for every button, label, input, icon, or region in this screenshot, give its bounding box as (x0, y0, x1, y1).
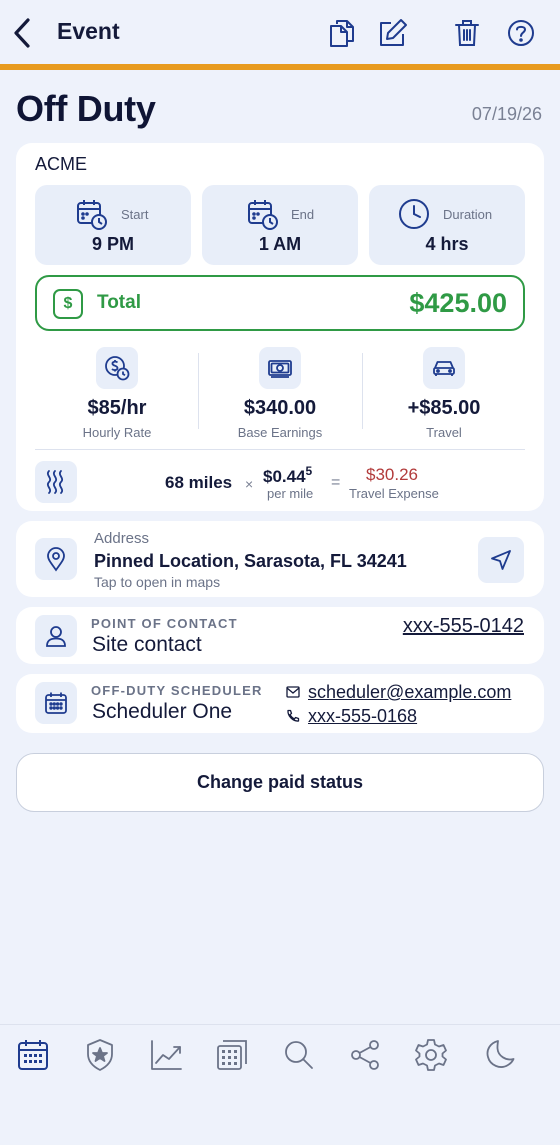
end-value: 1 AM (258, 234, 302, 254)
base-earnings-value: $340.00 (243, 397, 317, 419)
scheduler-phone-link[interactable]: xxx-555-0168 (308, 706, 417, 727)
calendar-clock-icon (75, 197, 109, 231)
address-card[interactable]: Address Pinned Location, Sarasota, FL 34… (16, 521, 544, 597)
start-label: Start (121, 207, 149, 222)
header-title: Event (57, 18, 120, 44)
dollar-icon: $ (53, 289, 83, 319)
contact-phone-link[interactable]: xxx-555-0142 (403, 615, 524, 638)
contact-name: Site contact (92, 633, 202, 656)
share-icon[interactable] (347, 1037, 383, 1073)
map-pin-icon (35, 538, 77, 580)
badge-icon[interactable] (82, 1037, 118, 1073)
copy-icon[interactable] (327, 17, 357, 49)
travel-stat: +$85.00 Travel (362, 347, 526, 440)
car-icon (423, 347, 465, 389)
address-value[interactable]: Pinned Location, Sarasota, FL 34241 (94, 551, 407, 572)
total-label: Total (97, 292, 141, 313)
navigate-icon[interactable] (478, 537, 524, 583)
hourly-rate-value: $85/hr (87, 397, 147, 419)
duration-label: Duration (443, 207, 493, 222)
mail-icon (286, 686, 300, 698)
scheduler-name: Scheduler One (92, 700, 233, 723)
end-label: End (291, 207, 315, 222)
start-value: 9 PM (91, 234, 134, 254)
address-hint: Tap to open in maps (94, 574, 221, 590)
total-amount: $425.00 (409, 288, 507, 318)
duration-tile: Duration 4 hrs (369, 185, 525, 265)
base-earnings-label: Base Earnings (237, 425, 323, 440)
calendar-icon (35, 682, 77, 724)
page-title: Off Duty (16, 88, 156, 129)
search-icon[interactable] (281, 1037, 317, 1073)
hourly-rate-label: Hourly Rate (82, 425, 152, 440)
total-row: $ Total $425.00 (35, 275, 525, 331)
settings-icon[interactable] (413, 1037, 449, 1073)
contact-label: POINT OF CONTACT (91, 616, 238, 631)
event-date: 07/19/26 (471, 104, 542, 124)
edit-icon[interactable] (377, 17, 407, 49)
chart-icon[interactable] (148, 1037, 184, 1073)
hourly-rate-stat: $85/hr Hourly Rate (35, 347, 199, 440)
person-icon (35, 615, 77, 657)
base-earnings-stat: $340.00 Base Earnings (198, 347, 362, 440)
duration-value: 4 hrs (425, 234, 469, 254)
clock-icon (397, 197, 431, 231)
start-tile: Start 9 PM (35, 185, 191, 265)
scheduler-card: OFF-DUTY SCHEDULER Scheduler One schedul… (16, 674, 544, 733)
help-icon[interactable] (506, 17, 536, 49)
travel-expense-label: Travel Expense (349, 486, 439, 501)
dollar-clock-icon (96, 347, 138, 389)
mileage-rate: $0.445 (263, 464, 313, 486)
change-paid-status-button[interactable]: Change paid status (16, 753, 544, 812)
end-tile: End 1 AM (202, 185, 358, 265)
cash-icon (259, 347, 301, 389)
travel-label: Travel (426, 425, 462, 440)
multiply-sign: × (245, 476, 254, 492)
phone-icon (286, 709, 300, 723)
top-bar: Event (0, 0, 560, 64)
address-label: Address (94, 530, 150, 547)
moon-icon[interactable] (482, 1037, 518, 1073)
grid-calendar-icon[interactable] (214, 1037, 250, 1073)
calendar-clock-icon (246, 197, 280, 231)
travel-value: +$85.00 (407, 397, 481, 419)
scheduler-email-link[interactable]: scheduler@example.com (308, 682, 511, 703)
equals-sign: = (331, 474, 341, 491)
mileage-rate-unit: per mile (267, 486, 314, 501)
back-icon[interactable] (8, 16, 38, 50)
road-icon (35, 461, 77, 503)
event-summary-card: ACME Start 9 PM End 1 AM Duration 4 hrs … (16, 143, 544, 511)
scheduler-label: OFF-DUTY SCHEDULER (91, 683, 263, 698)
point-of-contact-card: POINT OF CONTACT Site contact xxx-555-01… (16, 607, 544, 664)
trash-icon[interactable] (452, 17, 482, 49)
bottom-nav (0, 1024, 560, 1145)
travel-miles: 68 miles (165, 473, 233, 492)
accent-bar (0, 64, 560, 70)
calendar-icon[interactable] (15, 1037, 51, 1073)
travel-expense-value: $30.26 (366, 465, 418, 484)
company-name: ACME (35, 154, 88, 174)
divider (35, 449, 525, 450)
